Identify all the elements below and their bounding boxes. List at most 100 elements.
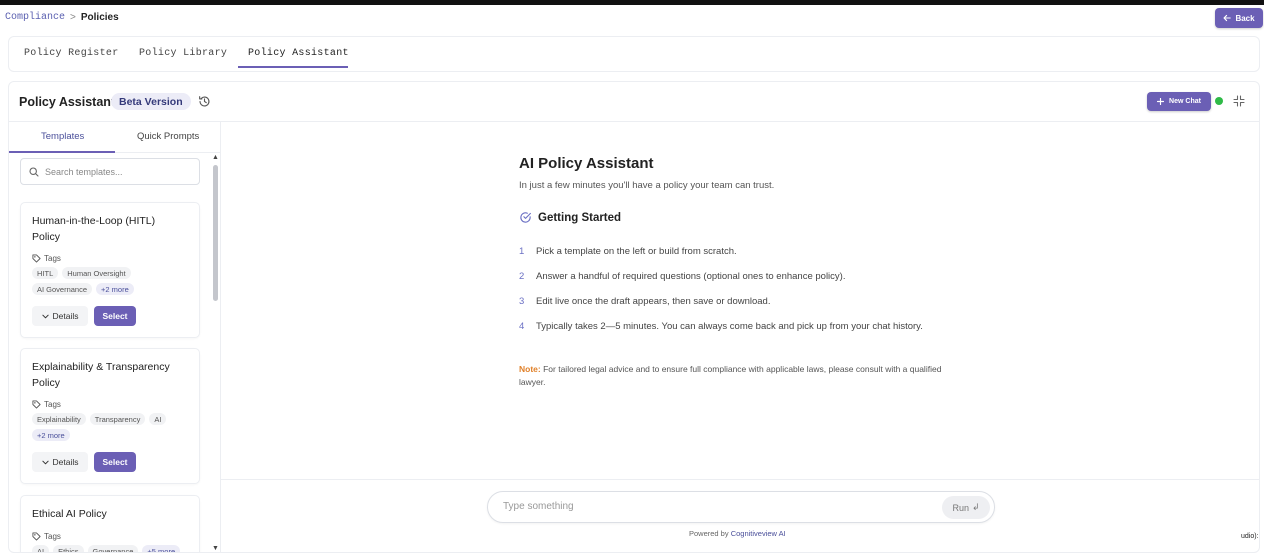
step-text: Typically takes 2—5 minutes. You can alw… [536, 321, 923, 332]
tag-icon [32, 400, 41, 409]
status-indicator [1215, 97, 1223, 105]
back-button[interactable]: Back [1215, 8, 1263, 28]
tag-row: +2 more [32, 429, 70, 441]
chat-divider [221, 479, 1259, 480]
page-tabs: Policy Register Policy Library Policy As… [8, 36, 1260, 72]
tag-icon [32, 254, 41, 263]
tag: AI [149, 413, 167, 425]
plus-icon [1157, 98, 1165, 105]
template-card: Ethical AI Policy Tags AI Ethics Governa… [20, 495, 200, 552]
beta-badge: Beta Version [111, 93, 191, 110]
corner-text: udio): [1241, 533, 1259, 540]
more-tags-badge[interactable]: +2 more [32, 429, 70, 441]
tag-row: AI Ethics Governance +5 more [32, 545, 181, 552]
tab-templates[interactable]: Templates [41, 131, 84, 142]
tag: Transparency [89, 413, 146, 425]
tag-row: HITL Human Oversight [32, 267, 131, 279]
active-tab-indicator [238, 66, 348, 68]
new-chat-label: New Chat [1169, 98, 1201, 105]
step-number: 1 [519, 246, 525, 257]
history-icon[interactable] [198, 95, 211, 108]
tab-policy-assistant[interactable]: Policy Assistant [248, 48, 349, 59]
more-tags-badge[interactable]: +5 more [142, 545, 181, 552]
page-title: Policy Assistant [19, 95, 116, 109]
tab-quick-prompts[interactable]: Quick Prompts [137, 131, 199, 142]
chevron-down-icon [41, 460, 49, 464]
search-icon [29, 166, 39, 177]
step-item: 3 Edit live once the draft appears, then… [519, 296, 770, 307]
back-button-label: Back [1235, 13, 1255, 23]
powered-brand-link[interactable]: Cognitiveview AI [731, 529, 786, 538]
sidebar-scrollbar[interactable]: ▲ ▼ [211, 154, 219, 552]
more-tags-badge[interactable]: +2 more [96, 283, 134, 295]
select-button[interactable]: Select [94, 452, 136, 472]
new-chat-button[interactable]: New Chat [1147, 92, 1211, 111]
note-label: Note: [519, 364, 541, 374]
assistant-subtitle: In just a few minutes you'll have a poli… [519, 180, 775, 191]
breadcrumb: Compliance > Policies [5, 12, 119, 23]
run-label: Run [952, 502, 969, 513]
legal-note: Note: For tailored legal advice and to e… [519, 363, 949, 389]
step-number: 2 [519, 271, 525, 282]
tags-label-text: Tags [44, 400, 61, 409]
arrow-left-icon [1223, 14, 1232, 22]
tag: Explainability [32, 413, 86, 425]
check-circle-icon [520, 212, 531, 223]
step-number: 3 [519, 296, 525, 307]
tag-icon [32, 532, 41, 541]
note-text: For tailored legal advice and to ensure … [519, 364, 942, 387]
chat-input[interactable] [503, 501, 923, 512]
step-number: 4 [519, 321, 525, 332]
template-search [20, 158, 200, 185]
step-text: Answer a handful of required questions (… [536, 271, 846, 282]
step-text: Pick a template on the left or build fro… [536, 246, 737, 257]
step-item: 2 Answer a handful of required questions… [519, 271, 845, 282]
collapse-icon[interactable] [1233, 95, 1245, 107]
details-button[interactable]: Details [32, 306, 88, 326]
active-sidebar-tab-indicator [9, 151, 115, 153]
tag: AI Governance [32, 283, 93, 295]
tab-policy-register[interactable]: Policy Register [24, 48, 119, 59]
step-text: Edit live once the draft appears, then s… [536, 296, 771, 307]
details-label: Details [52, 311, 79, 321]
chat-input-bar: Run ↲ [487, 491, 995, 523]
select-button[interactable]: Select [94, 306, 136, 326]
tags-label-text: Tags [44, 254, 61, 263]
breadcrumb-current: Policies [80, 12, 119, 23]
scrollbar-thumb[interactable] [213, 165, 218, 301]
template-card: Human-in-the-Loop (HITL) Policy Tags HIT… [20, 202, 200, 338]
details-button[interactable]: Details [32, 452, 88, 472]
tag-row: AI Governance +2 more [32, 283, 134, 295]
tags-label: Tags [32, 254, 61, 263]
powered-prefix: Powered by [689, 529, 729, 538]
enter-icon: ↲ [971, 502, 980, 512]
run-button[interactable]: Run ↲ [942, 496, 990, 519]
tag: HITL [32, 267, 59, 279]
powered-by: Powered by Cognitiveview AI [689, 529, 786, 538]
template-card-title: Human-in-the-Loop (HITL) Policy [32, 215, 156, 243]
getting-started-heading: Getting Started [519, 211, 621, 224]
assistant-panel: Policy Assistant Beta Version New Chat T… [8, 81, 1260, 553]
tag: Human Oversight [62, 267, 131, 279]
template-card-title: Ethical AI Policy [32, 508, 107, 520]
details-label: Details [52, 457, 79, 467]
tab-policy-library[interactable]: Policy Library [139, 48, 227, 59]
scroll-down-arrow-icon[interactable]: ▼ [212, 545, 219, 552]
breadcrumb-separator: > [70, 12, 76, 23]
tag: AI [32, 545, 50, 552]
top-strip [0, 0, 1264, 5]
template-card-title: Explainability & Transparency Policy [32, 361, 170, 389]
step-item: 1 Pick a template on the left or build f… [519, 246, 737, 257]
tags-label: Tags [32, 532, 61, 541]
tag-row: Explainability Transparency AI [32, 413, 167, 425]
chevron-down-icon [41, 314, 49, 318]
search-input[interactable] [45, 166, 185, 177]
breadcrumb-compliance-link[interactable]: Compliance [5, 12, 65, 23]
tag: Ethics [53, 545, 84, 552]
step-item: 4 Typically takes 2—5 minutes. You can a… [519, 321, 923, 332]
templates-sidebar: Templates Quick Prompts ▲ ▼ Human-in-the… [9, 122, 221, 552]
scroll-up-arrow-icon[interactable]: ▲ [212, 154, 219, 161]
tags-label: Tags [32, 400, 61, 409]
tags-label-text: Tags [44, 532, 61, 541]
tag: Governance [87, 545, 139, 552]
